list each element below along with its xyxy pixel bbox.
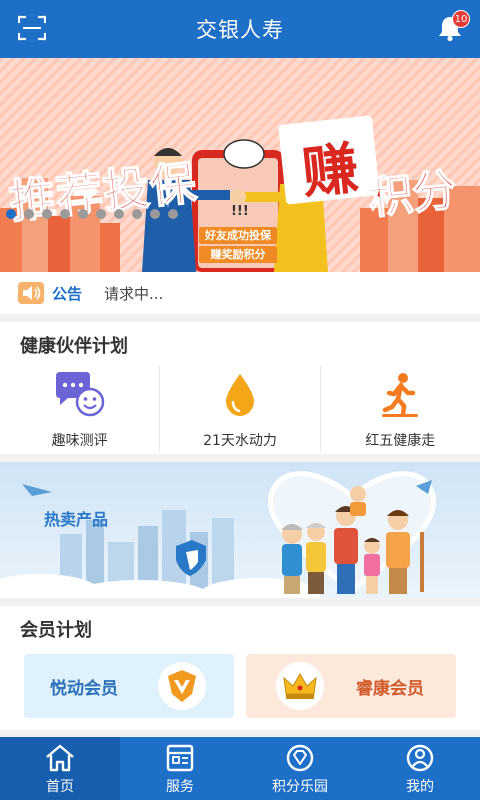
notice-bar[interactable]: 公告 请求中... bbox=[0, 272, 480, 314]
health-item-label: 趣味测评 bbox=[51, 433, 108, 449]
tab-points-park[interactable]: 积分乐园 bbox=[240, 737, 360, 800]
member-card-label: 睿康会员 bbox=[356, 679, 424, 699]
health-item-walk[interactable]: 红五健康走 bbox=[319, 366, 480, 452]
walking-icon bbox=[382, 373, 419, 418]
carousel-dot[interactable] bbox=[78, 209, 88, 219]
v-badge-icon bbox=[158, 662, 206, 710]
service-icon bbox=[166, 744, 194, 772]
speaker-icon bbox=[18, 282, 44, 304]
tab-label: 首页 bbox=[46, 779, 74, 795]
hot-products-illustration bbox=[0, 462, 480, 598]
tab-label: 积分乐园 bbox=[272, 779, 328, 795]
app-screen: 交银人寿 10 推荐投保 赚 积分 !!! 好友成功投保 赚奖励积分 公告 请求… bbox=[0, 0, 480, 800]
health-item-label: 21天水动力 bbox=[203, 433, 277, 449]
hot-products-title: 热卖产品 bbox=[44, 510, 109, 529]
hot-products-banner[interactable]: 热卖产品 bbox=[0, 462, 480, 598]
phone-caption-line-1: 好友成功投保 bbox=[199, 227, 277, 244]
promo-points-text: 积分 bbox=[365, 164, 459, 225]
notification-badge: 10 bbox=[452, 10, 470, 28]
member-card-yuedong[interactable]: 悦动会员 bbox=[24, 654, 234, 718]
home-icon bbox=[46, 744, 74, 772]
health-item-water[interactable]: 21天水动力 bbox=[159, 366, 319, 452]
phone-caption: 好友成功投保 赚奖励积分 bbox=[199, 227, 277, 265]
carousel-dot[interactable] bbox=[6, 209, 16, 219]
carousel-indicator[interactable] bbox=[6, 209, 178, 219]
tab-label: 服务 bbox=[166, 779, 194, 795]
carousel-dot[interactable] bbox=[60, 209, 70, 219]
tab-service[interactable]: 服务 bbox=[120, 737, 240, 800]
member-card-ruikang[interactable]: 睿康会员 bbox=[246, 654, 456, 718]
profile-icon bbox=[406, 744, 434, 772]
carousel-dot[interactable] bbox=[114, 209, 124, 219]
water-drop-icon bbox=[225, 374, 254, 416]
health-item-label: 红五健康走 bbox=[365, 433, 436, 449]
carousel-dot[interactable] bbox=[96, 209, 106, 219]
tab-home[interactable]: 首页 bbox=[0, 737, 120, 800]
tab-profile[interactable]: 我的 bbox=[360, 737, 480, 800]
notice-text[interactable]: 请求中... bbox=[104, 283, 163, 304]
notice-label: 公告 bbox=[52, 285, 83, 303]
carousel-dot[interactable] bbox=[24, 209, 34, 219]
crown-icon bbox=[276, 662, 324, 710]
member-plan-title: 会员计划 bbox=[20, 620, 92, 641]
carousel-dot[interactable] bbox=[42, 209, 52, 219]
phone-caption-line-2: 赚奖励积分 bbox=[199, 246, 277, 263]
app-title: 交银人寿 bbox=[196, 18, 284, 42]
carousel-dot[interactable] bbox=[132, 209, 142, 219]
bubble-text: !!! bbox=[231, 204, 249, 219]
member-card-label: 悦动会员 bbox=[50, 679, 118, 699]
points-icon bbox=[286, 744, 314, 772]
member-plan-section: 会员计划 悦动会员 睿康会员 bbox=[0, 606, 480, 730]
promo-earn-box: 赚 bbox=[278, 115, 380, 207]
health-item-fun-test[interactable]: 趣味测评 bbox=[0, 366, 159, 452]
health-plan-section: 健康伙伴计划 趣味测评 21天水动力 红五健康走 bbox=[0, 322, 480, 454]
tab-label: 我的 bbox=[406, 779, 434, 795]
chat-smile-icon bbox=[55, 372, 104, 417]
bottom-tab-bar: 首页 服务 积分乐园 我的 bbox=[0, 737, 480, 800]
health-plan-items: 趣味测评 21天水动力 红五健康走 bbox=[0, 366, 480, 452]
top-bar: 交银人寿 10 bbox=[0, 0, 480, 58]
promo-banner[interactable]: 推荐投保 赚 积分 !!! 好友成功投保 赚奖励积分 bbox=[0, 58, 480, 272]
health-plan-title: 健康伙伴计划 bbox=[20, 336, 128, 357]
notification-button[interactable]: 10 bbox=[436, 10, 470, 42]
carousel-dot[interactable] bbox=[168, 209, 178, 219]
carousel-dot[interactable] bbox=[150, 209, 160, 219]
